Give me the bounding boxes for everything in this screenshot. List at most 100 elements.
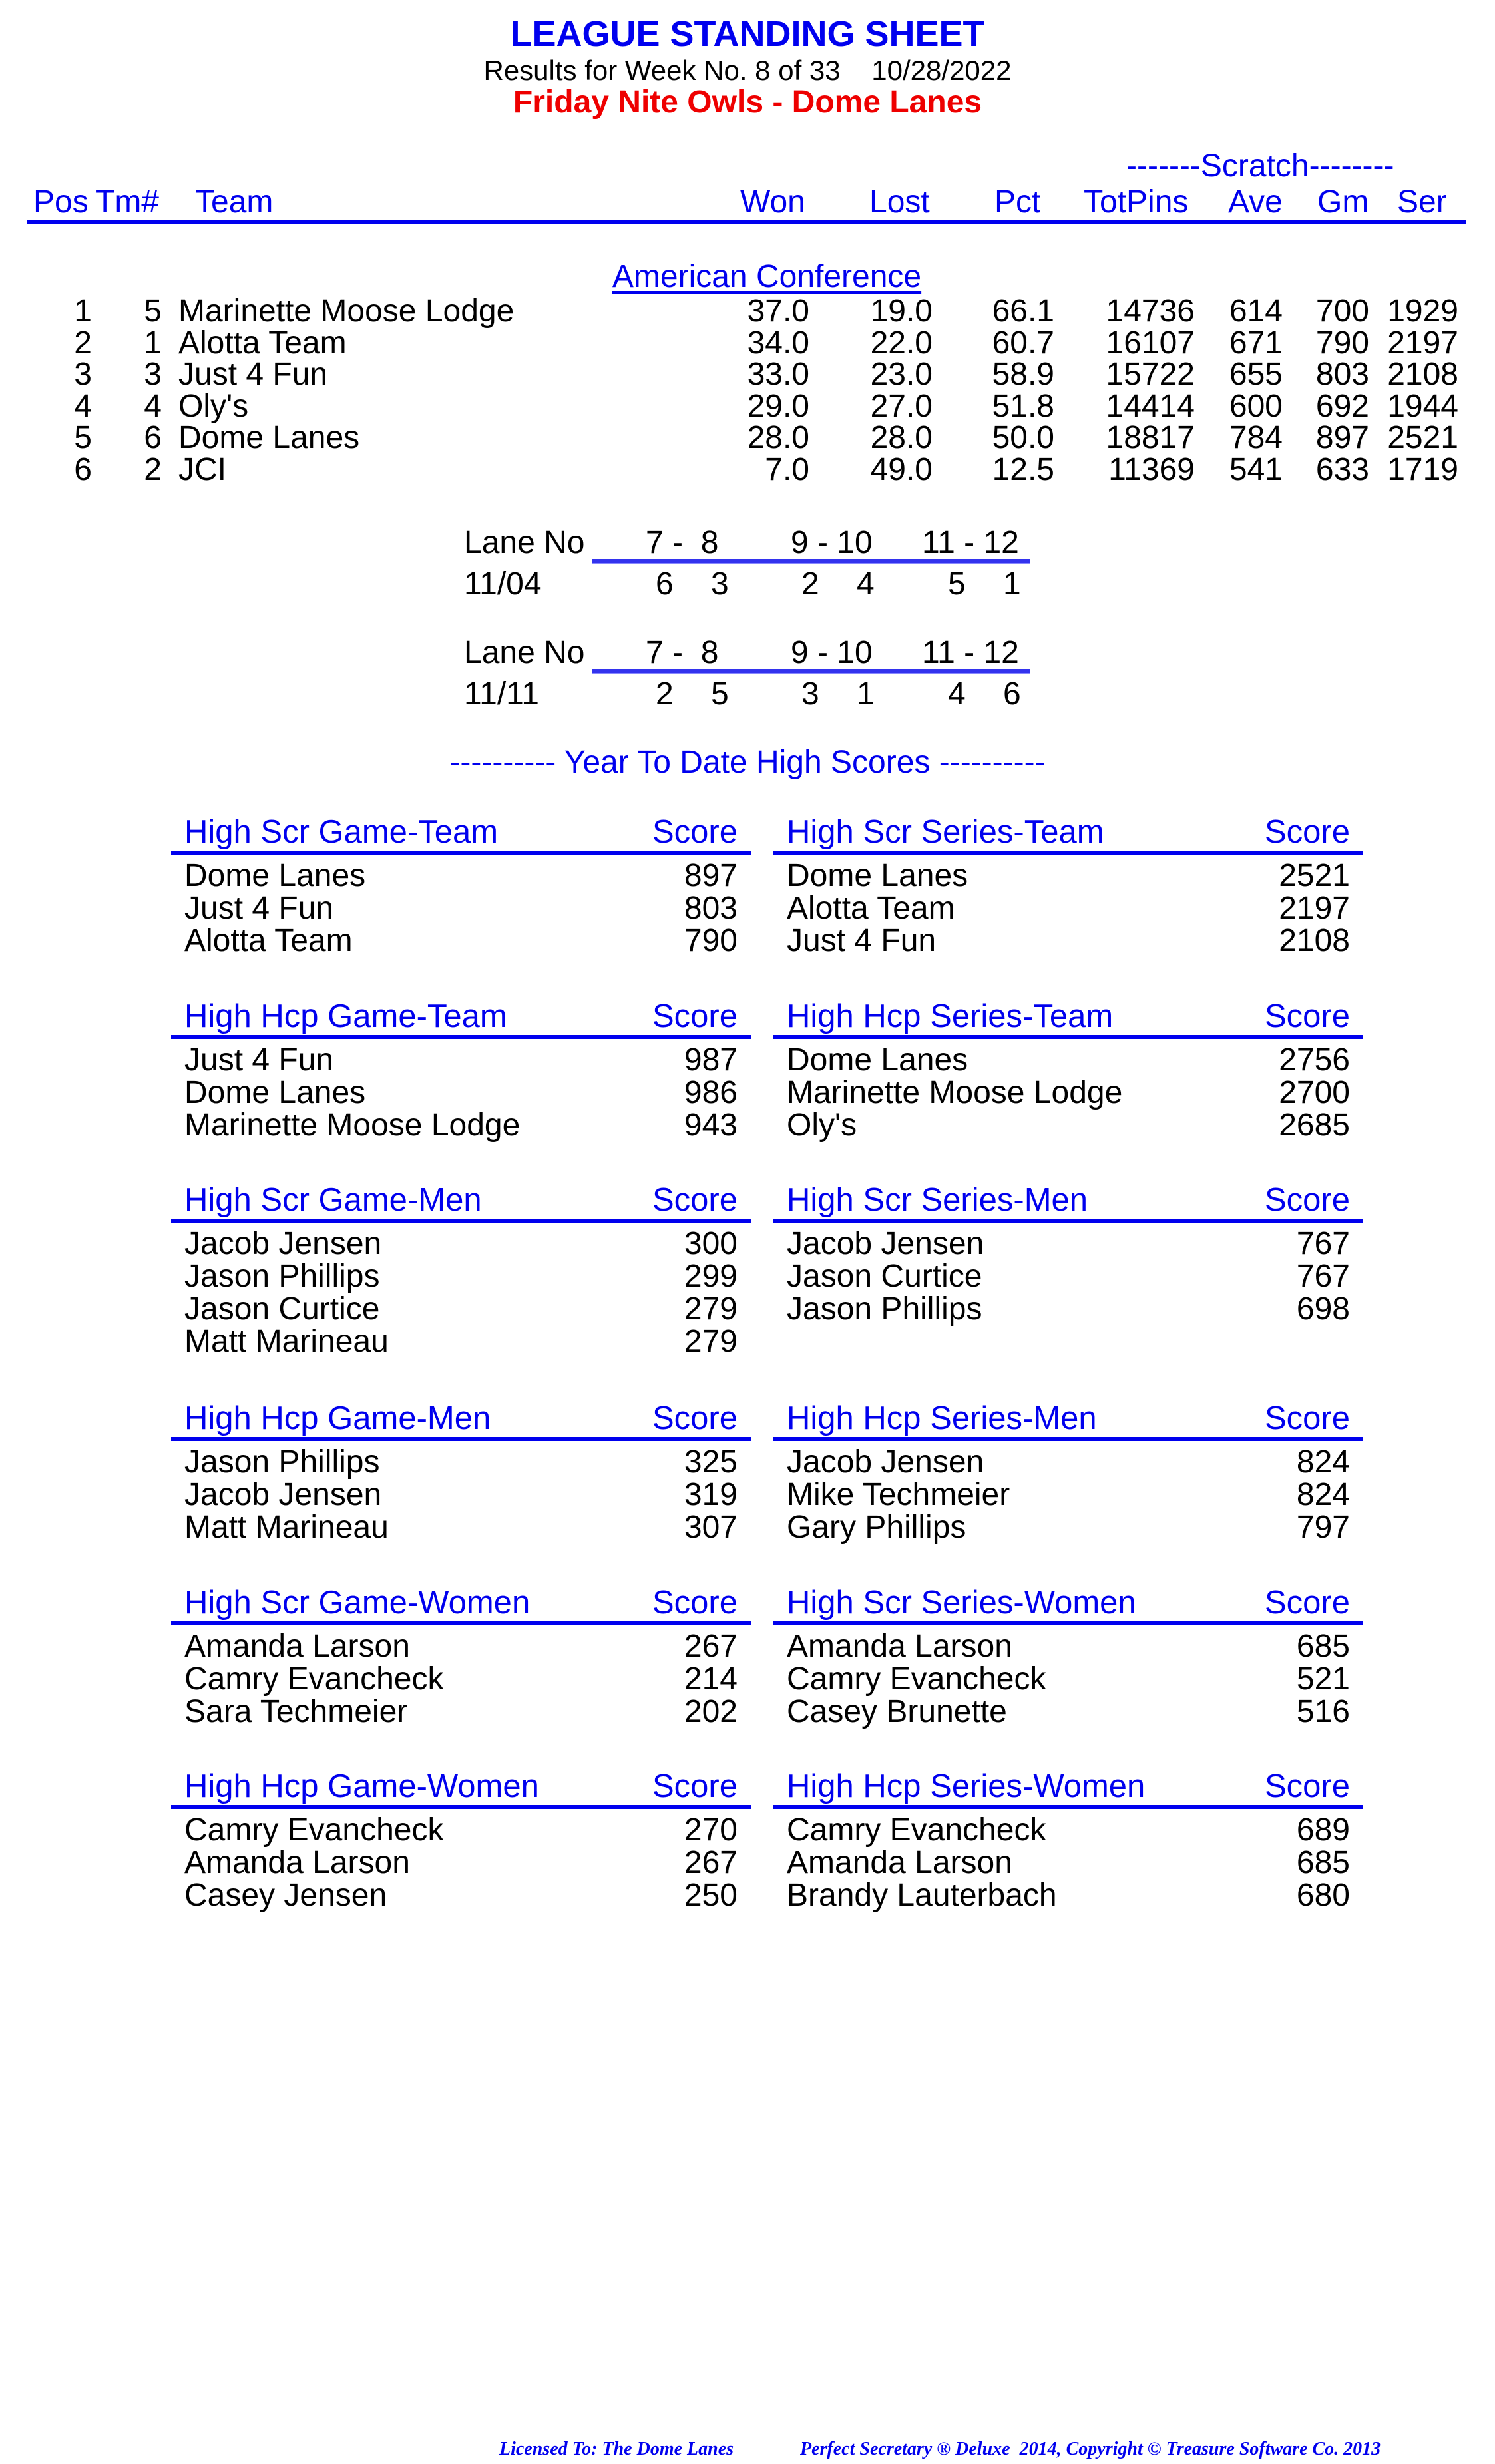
standings-team-cell: JCI [178,452,226,487]
col-pos: Pos [33,184,89,220]
high-score-value: 2521 [1279,858,1350,893]
high-score-name: Dome Lanes [787,1042,968,1078]
lane-pair-header: 7 - 8 [646,635,719,670]
high-score-title: High Hcp Series-Women [787,1768,1146,1804]
high-score-value: 824 [1296,1477,1350,1512]
high-score-name: Matt Marineau [184,1324,389,1359]
standings-ave-cell: 541 [1229,452,1283,487]
high-score-title: High Hcp Game-Women [184,1768,539,1804]
high-score-value: 214 [684,1661,738,1697]
score-column-label: Score [652,814,738,850]
high-score-title: High Scr Series-Women [787,1585,1136,1621]
high-score-name: Jason Phillips [184,1444,380,1480]
high-score-value: 307 [684,1510,738,1545]
score-column-label: Score [652,1768,738,1804]
high-score-rule [773,1621,1363,1625]
high-score-rule [171,851,751,855]
lane-team-number: 2 [801,566,819,602]
high-score-name: Marinette Moose Lodge [787,1075,1123,1110]
high-score-rule [171,1805,751,1809]
high-score-value: 300 [684,1226,738,1261]
high-score-value: 685 [1296,1845,1350,1880]
high-score-name: Dome Lanes [787,858,968,893]
high-score-title: High Hcp Game-Team [184,998,507,1034]
lane-date: 11/11 [464,676,539,712]
score-column-label: Score [1264,1768,1350,1804]
lane-team-number: 6 [1003,676,1021,712]
high-score-title: High Hcp Series-Men [787,1400,1097,1436]
high-score-value: 797 [1296,1510,1350,1545]
high-score-value: 790 [684,923,738,958]
col-pct: Pct [994,184,1041,220]
high-score-name: Just 4 Fun [184,891,334,926]
high-score-name: Jacob Jensen [184,1477,382,1512]
footer-copyright: Perfect Secretary ® Deluxe 2014, Copyrig… [800,2439,1381,2459]
high-score-rule [773,1219,1363,1223]
high-score-name: Jason Phillips [184,1259,380,1294]
high-score-value: 943 [684,1108,738,1143]
high-score-name: Sara Techmeier [184,1694,408,1729]
high-score-value: 267 [684,1629,738,1664]
high-score-name: Camry Evancheck [184,1661,444,1697]
high-score-name: Amanda Larson [184,1629,410,1664]
lane-pair-header: 11 - 12 [922,525,1019,560]
high-score-value: 319 [684,1477,738,1512]
high-score-value: 986 [684,1075,738,1110]
high-score-name: Just 4 Fun [184,1042,334,1078]
header-rule [27,220,1466,224]
high-score-name: Just 4 Fun [787,923,937,958]
score-column-label: Score [652,1585,738,1621]
high-score-name: Amanda Larson [787,1845,1012,1880]
lane-team-number: 6 [656,566,674,602]
lane-rule [592,669,1030,673]
score-column-label: Score [652,998,738,1034]
high-score-rule [773,851,1363,855]
standings-tm-cell: 2 [144,452,162,487]
lane-no-label: Lane No [464,525,585,560]
high-score-value: 824 [1296,1444,1350,1480]
high-score-name: Jacob Jensen [787,1226,984,1261]
high-score-value: 202 [684,1694,738,1729]
col-tm: Tm# [95,184,159,220]
score-column-label: Score [652,1182,738,1218]
high-score-value: 250 [684,1878,738,1913]
col-team: Team [195,184,274,220]
high-score-name: Gary Phillips [787,1510,966,1545]
high-score-rule [171,1621,751,1625]
week-subtitle: Results for Week No. 8 of 33 10/28/2022 [483,55,1012,86]
high-score-title: High Scr Series-Team [787,814,1104,850]
high-score-value: 2700 [1279,1075,1350,1110]
high-score-value: 803 [684,891,738,926]
score-column-label: Score [1264,814,1350,850]
lane-pair-header: 7 - 8 [646,525,719,560]
standings-pos-cell: 6 [74,452,92,487]
lane-team-number: 5 [948,566,966,602]
high-score-name: Marinette Moose Lodge [184,1108,521,1143]
high-score-value: 698 [1296,1291,1350,1327]
high-score-value: 2197 [1279,891,1350,926]
high-score-value: 2756 [1279,1042,1350,1078]
lane-team-number: 2 [656,676,674,712]
high-score-value: 2685 [1279,1108,1350,1143]
lane-pair-header: 9 - 10 [791,635,873,670]
col-totpins: TotPins [1084,184,1189,220]
lane-date: 11/04 [464,566,542,602]
high-score-value: 767 [1296,1259,1350,1294]
high-score-value: 521 [1296,1661,1350,1697]
high-score-title: High Scr Game-Men [184,1182,482,1218]
high-score-name: Alotta Team [787,891,955,926]
high-score-rule [773,1805,1363,1809]
high-score-title: High Scr Game-Women [184,1585,531,1621]
lane-team-number: 3 [801,676,819,712]
high-score-name: Mike Techmeier [787,1477,1010,1512]
high-score-name: Alotta Team [184,923,353,958]
high-score-title: High Scr Series-Men [787,1182,1088,1218]
col-ser: Ser [1397,184,1447,220]
standings-totpins-cell: 11369 [1108,452,1195,487]
conference-label: American Conference [612,259,922,294]
score-column-label: Score [652,1400,738,1436]
score-column-label: Score [1264,1400,1350,1436]
high-score-value: 897 [684,858,738,893]
high-score-value: 270 [684,1812,738,1848]
high-score-rule [171,1437,751,1441]
